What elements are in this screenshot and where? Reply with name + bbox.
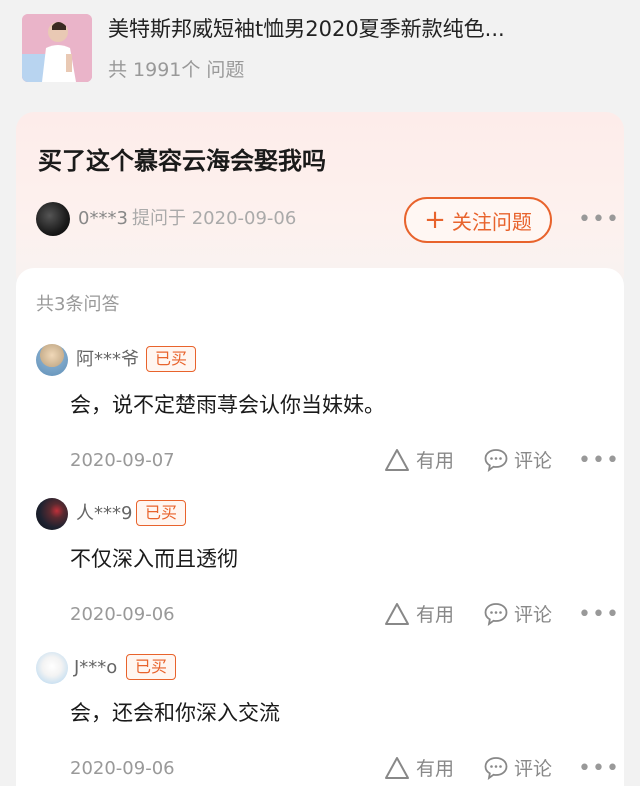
- useful-triangle-icon: [385, 602, 409, 625]
- useful-label: 有用: [416, 450, 455, 472]
- answer-user: 阿***爷: [76, 349, 139, 370]
- more-dots-icon[interactable]: •••: [578, 207, 620, 232]
- question-count: 共 1991个 问题: [108, 59, 245, 81]
- comment-button[interactable]: 评论: [484, 600, 552, 627]
- useful-button[interactable]: 有用: [384, 446, 454, 473]
- answer-user: 人***9: [76, 503, 133, 524]
- asker-avatar[interactable]: [36, 202, 70, 236]
- comment-button[interactable]: 评论: [484, 754, 552, 781]
- avatar[interactable]: [36, 652, 68, 684]
- answer-item: 人***9 已买 不仅深入而且透彻 2020-09-06 有用 评论 •••: [16, 498, 624, 648]
- useful-button[interactable]: 有用: [384, 600, 454, 627]
- answer-date: 2020-09-07: [70, 450, 175, 471]
- asker-name: 0***3: [78, 208, 128, 229]
- comment-button[interactable]: 评论: [484, 446, 552, 473]
- comment-label: 评论: [514, 604, 553, 626]
- comment-bubble-icon: [484, 602, 508, 626]
- useful-triangle-icon: [385, 448, 409, 471]
- bought-badge: 已买: [146, 346, 197, 372]
- product-thumbnail[interactable]: [22, 14, 92, 82]
- useful-label: 有用: [416, 604, 455, 626]
- comment-bubble-icon: [484, 756, 508, 780]
- comment-label: 评论: [514, 758, 553, 780]
- useful-label: 有用: [416, 758, 455, 780]
- answer-user: J***o: [74, 657, 118, 678]
- question-card: 买了这个慕容云海会娶我吗 0***3 提问于 2020-09-06 + 关注问题…: [16, 112, 624, 292]
- answer-date: 2020-09-06: [70, 604, 175, 625]
- plus-icon: +: [424, 205, 446, 235]
- more-dots-icon[interactable]: •••: [578, 448, 620, 473]
- useful-button[interactable]: 有用: [384, 754, 454, 781]
- product-header[interactable]: 美特斯邦威短袖t恤男2020夏季新款纯色... 共 1991个 问题: [0, 0, 640, 100]
- more-dots-icon[interactable]: •••: [578, 602, 620, 627]
- avatar[interactable]: [36, 498, 68, 530]
- useful-triangle-icon: [385, 756, 409, 779]
- answer-text: 会，说不定楚雨荨会认你当妹妹。: [70, 393, 385, 417]
- avatar[interactable]: [36, 344, 68, 376]
- answer-item: 阿***爷 已买 会，说不定楚雨荨会认你当妹妹。 2020-09-07 有用 评…: [16, 344, 624, 494]
- follow-label: 关注问题: [451, 209, 532, 234]
- answers-panel: 共3条问答 阿***爷 已买 会，说不定楚雨荨会认你当妹妹。 2020-09-0…: [16, 268, 624, 786]
- answer-text: 不仅深入而且透彻: [70, 547, 238, 571]
- answers-count: 共3条问答: [36, 294, 120, 315]
- answer-date: 2020-09-06: [70, 758, 175, 779]
- product-title[interactable]: 美特斯邦威短袖t恤男2020夏季新款纯色...: [108, 14, 608, 44]
- follow-question-button[interactable]: + 关注问题: [404, 197, 552, 243]
- question-title: 买了这个慕容云海会娶我吗: [38, 147, 326, 175]
- answer-item: J***o 已买 会，还会和你深入交流 2020-09-06 有用 评论 •••: [16, 652, 624, 786]
- bought-badge: 已买: [126, 654, 177, 680]
- bought-badge: 已买: [136, 500, 187, 526]
- more-dots-icon[interactable]: •••: [578, 756, 620, 781]
- asked-date: 提问于 2020-09-06: [132, 208, 297, 229]
- comment-bubble-icon: [484, 448, 508, 472]
- answer-text: 会，还会和你深入交流: [70, 701, 280, 725]
- comment-label: 评论: [514, 450, 553, 472]
